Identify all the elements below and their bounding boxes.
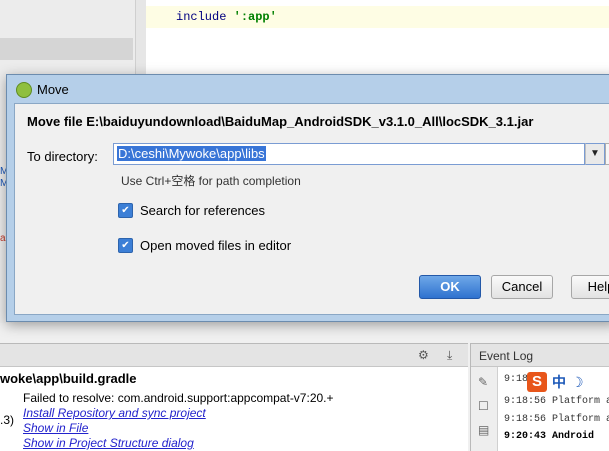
dialog-content: Move file E:\baiduyundownload\BaiduMap_A… [14, 103, 609, 315]
code-editor[interactable]: include ':app' [146, 0, 609, 78]
show-in-project-structure-link[interactable]: Show in Project Structure dialog [23, 436, 194, 450]
dialog-titlebar[interactable]: Move [7, 75, 609, 103]
dropdown-arrow-icon[interactable]: ▼ [585, 143, 605, 165]
open-in-editor-label: Open moved files in editor [140, 238, 292, 253]
event-log-line: 9:18:56 Platform a [504, 396, 609, 407]
messages-left-fragment: .3) [0, 413, 15, 427]
search-references-label: Search for references [140, 203, 266, 218]
event-log-toolbar: ✎ ☐ ▤ [471, 367, 498, 451]
search-references-option[interactable]: ✔ Search for references [118, 203, 265, 218]
android-icon [16, 82, 32, 98]
to-directory-label: To directory: [27, 149, 98, 164]
event-log-line: 9:18:56 Platform a [504, 414, 609, 425]
path-completion-hint: Use Ctrl+空格 for path completion [121, 174, 301, 188]
event-log-panel: Event Log ✎ ☐ ▤ 9:18 9:18:56 Platform a … [470, 343, 609, 451]
show-in-file-link[interactable]: Show in File [23, 421, 88, 435]
event-log-header: Event Log [471, 344, 609, 367]
sogou-logo-icon: S [527, 372, 547, 392]
event-log-line: 9:18 [504, 374, 529, 385]
pin-icon[interactable]: ⤓ [447, 348, 452, 363]
wrench-icon[interactable]: ✎ [478, 375, 488, 389]
moon-icon[interactable]: ☽ [571, 374, 584, 391]
messages-panel: ⚙ ⤓ woke\app\build.gradle .3) Failed to … [0, 343, 468, 451]
move-file-headline: Move file E:\baiduyundownload\BaiduMap_A… [27, 114, 534, 129]
checkbox-icon[interactable]: ✔ [118, 203, 133, 218]
messages-panel-header: ⚙ ⤓ [0, 344, 468, 367]
message-error-text: Failed to resolve: com.android.support:a… [23, 391, 334, 405]
clear-icon[interactable]: ☐ [478, 399, 489, 413]
open-in-editor-option[interactable]: ✔ Open moved files in editor [118, 238, 291, 253]
ime-language-indicator[interactable]: 中 [552, 372, 566, 392]
messages-file-title: woke\app\build.gradle [0, 371, 137, 386]
event-log-line: 9:20:43 Android [504, 431, 595, 442]
help-button[interactable]: Help [571, 275, 609, 299]
to-directory-value: D:\ceshi\Mywoke\app\libs [117, 146, 266, 161]
to-directory-input[interactable]: D:\ceshi\Mywoke\app\libs [113, 143, 585, 165]
code-keyword: include [176, 10, 227, 24]
browse-button[interactable] [605, 143, 609, 165]
settings-icon[interactable]: ▤ [478, 423, 489, 437]
move-dialog: Move Move file E:\baiduyundownload\Baidu… [6, 74, 609, 322]
checkbox-icon[interactable]: ✔ [118, 238, 133, 253]
gear-icon[interactable]: ⚙ [418, 348, 429, 362]
ok-button[interactable]: OK [419, 275, 481, 299]
project-tree-selected-row[interactable] [0, 38, 133, 60]
dialog-title: Move [37, 82, 69, 97]
cancel-button[interactable]: Cancel [491, 275, 553, 299]
install-repository-link[interactable]: Install Repository and sync project [23, 406, 206, 420]
code-string: ':app' [233, 10, 277, 24]
code-line: include ':app' [176, 10, 277, 24]
event-log-title: Event Log [479, 349, 534, 363]
ime-toolbar[interactable]: S 中 ☽ [527, 370, 609, 394]
